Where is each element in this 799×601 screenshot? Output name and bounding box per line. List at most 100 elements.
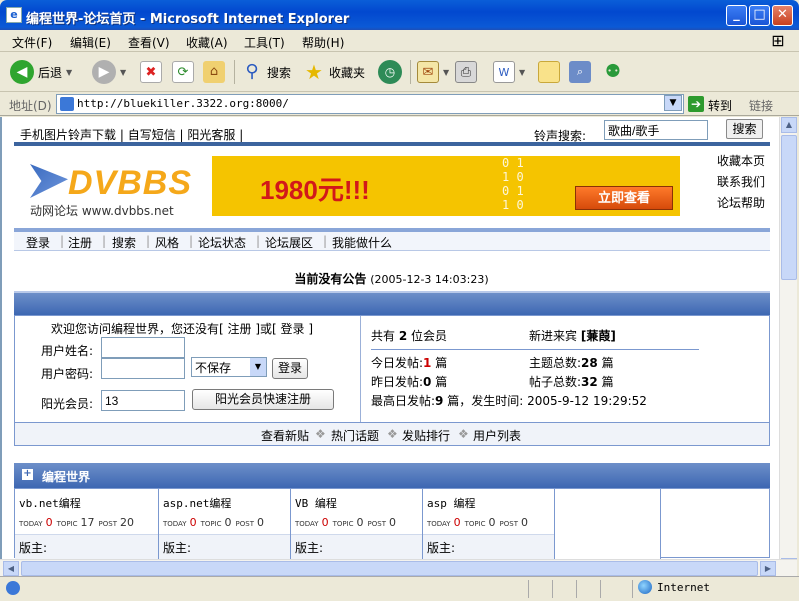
menu-view[interactable]: 查看(V): [128, 34, 170, 51]
nav-permissions[interactable]: 我能做什么: [332, 234, 392, 251]
status-bar: Internet: [0, 576, 799, 601]
member-count: 共有 2 位会员: [371, 329, 448, 343]
password-input[interactable]: [101, 358, 185, 379]
scroll-left-icon[interactable]: ◀: [3, 561, 19, 576]
scroll-thumb[interactable]: [781, 135, 797, 280]
yesterday-posts: 昨日发帖:0 篇: [371, 375, 448, 389]
address-input[interactable]: http://bluekiller.3322.org:8000/: [56, 94, 684, 114]
welcome-register-link[interactable]: [ 注册 ]: [219, 322, 260, 336]
forum-header: DVBBS 动网论坛 www.dvbbs.net 0 1 1 0 0 1 1 0…: [14, 142, 770, 224]
username-label: 用户姓名:: [41, 344, 94, 358]
discuss-button[interactable]: [538, 58, 560, 86]
banner-view-button[interactable]: 立即查看: [575, 186, 673, 210]
scroll-up-icon[interactable]: ▲: [781, 117, 797, 133]
link-new-posts[interactable]: 查看新贴: [261, 427, 309, 444]
link-user-list[interactable]: 用户列表: [473, 427, 521, 444]
ie-page-icon: e: [6, 7, 22, 23]
dvbbs-logo[interactable]: DVBBS 动网论坛 www.dvbbs.net: [28, 158, 208, 218]
menu-favorites[interactable]: 收藏(A): [186, 34, 228, 51]
menu-tools[interactable]: 工具(T): [244, 34, 285, 51]
back-button[interactable]: ◀ 后退 ▼: [10, 58, 72, 86]
forward-button[interactable]: ▶ ▼: [92, 58, 126, 86]
nav-style[interactable]: 风格: [155, 234, 179, 251]
quick-links-bar: 查看新贴 ❖ 热门话题 ❖ 发贴排行 ❖ 用户列表: [14, 423, 770, 446]
nav-login[interactable]: 登录: [26, 234, 50, 251]
menu-edit[interactable]: 编辑(E): [70, 34, 111, 51]
maximize-button[interactable]: □: [749, 5, 770, 26]
toplink-ringtone[interactable]: 手机图片铃声下载: [20, 128, 116, 142]
quick-register-button[interactable]: 阳光会员快速注册: [192, 389, 334, 410]
history-button[interactable]: ◷: [378, 58, 402, 86]
address-dropdown[interactable]: ▼: [664, 95, 682, 111]
links-button[interactable]: 链接: [749, 97, 773, 114]
link-post-ranking[interactable]: 发贴排行: [402, 427, 450, 444]
welcome-prefix: 欢迎您访问编程世界，您还没有: [51, 322, 220, 336]
newest-member-link[interactable]: [蒹葭]: [581, 329, 616, 343]
member-label: 阳光会员:: [41, 397, 94, 411]
printer-icon: ⎙: [455, 61, 477, 83]
ad-banner[interactable]: 0 1 1 0 0 1 1 0 1980元!!! 立即查看: [212, 156, 680, 216]
home-button[interactable]: ⌂: [203, 58, 225, 86]
chevron-down-icon: ▼: [443, 67, 450, 77]
banner-price: 1980元!!!: [260, 175, 370, 205]
globe-icon: [638, 580, 652, 594]
mail-button[interactable]: ✉ ▼: [417, 58, 449, 86]
toplink-service[interactable]: 阳光客服: [187, 128, 235, 142]
favorites-label: 收藏夹: [329, 65, 366, 80]
nav-status[interactable]: 论坛状态: [198, 234, 246, 251]
forum-list: vb.net编程 TODAY 0 TOPIC 17 POST 20 版主: asp.net…: [14, 488, 770, 559]
stop-button[interactable]: ✖: [140, 58, 162, 86]
menu-help[interactable]: 帮助(H): [302, 34, 344, 51]
research-button[interactable]: ⌕: [569, 58, 591, 86]
go-arrow-icon[interactable]: ➔: [688, 96, 704, 112]
expand-icon[interactable]: +: [22, 469, 33, 480]
nav-search[interactable]: 搜索: [112, 234, 136, 251]
star-icon: ★: [305, 60, 323, 84]
forum-name[interactable]: asp.net编程: [163, 495, 231, 511]
save-login-select[interactable]: 不保存 ▼: [191, 357, 267, 377]
user-panel-header: [14, 291, 770, 315]
go-button[interactable]: 转到: [708, 97, 732, 114]
forward-arrow-icon: ▶: [92, 60, 116, 84]
link-hot-topics[interactable]: 热门话题: [331, 427, 379, 444]
vertical-scrollbar[interactable]: ▲ ▼: [779, 117, 797, 576]
horizontal-scrollbar[interactable]: ◀ ▶: [0, 559, 797, 576]
refresh-icon: ⟳: [172, 61, 194, 83]
username-input[interactable]: [101, 337, 185, 358]
page-content: 手机图片铃声下载 | 自写短信 | 阳光客服 | 铃声搜索: 搜索 DVBBS …: [0, 117, 779, 576]
menu-file[interactable]: 文件(F): [12, 34, 52, 51]
search-button[interactable]: ⚲ 搜索: [241, 58, 291, 86]
messenger-button[interactable]: ⚉: [602, 58, 624, 86]
minimize-button[interactable]: _: [726, 5, 747, 26]
nav-showcase[interactable]: 论坛展区: [265, 234, 313, 251]
ringtone-search-input[interactable]: [604, 120, 708, 140]
print-button[interactable]: ⎙: [455, 58, 477, 86]
forum-moderator: 版主:: [423, 534, 554, 559]
title-bar: e 编程世界-论坛首页 - Microsoft Internet Explore…: [0, 0, 799, 30]
forum-name[interactable]: asp 编程: [427, 495, 476, 511]
login-button[interactable]: 登录: [272, 358, 308, 379]
forum-name[interactable]: VB 编程: [295, 495, 337, 511]
refresh-button[interactable]: ⟳: [172, 58, 194, 86]
help-link[interactable]: 论坛帮助: [717, 194, 765, 211]
favorites-button[interactable]: ★ 收藏夹: [303, 58, 365, 86]
announcement-title[interactable]: 当前没有公告: [294, 272, 366, 286]
category-title[interactable]: 编程世界: [42, 468, 90, 485]
post-total: 帖子总数:32 篇: [529, 375, 614, 389]
save-login-value: 不保存: [195, 361, 232, 375]
ringtone-search-button[interactable]: 搜索: [726, 119, 763, 139]
member-input[interactable]: [101, 390, 185, 411]
edit-button[interactable]: W ▼: [493, 58, 525, 86]
toplink-sms[interactable]: 自写短信: [128, 128, 176, 142]
close-button[interactable]: ✕: [772, 5, 793, 26]
toolbar: ◀ 后退 ▼ ▶ ▼ ✖ ⟳ ⌂ ⚲ 搜索 ★ 收藏夹 ◷ ✉ ▼ ⎙ W ▼ …: [0, 52, 799, 92]
welcome-login-link[interactable]: [ 登录 ]: [272, 322, 313, 336]
contact-link[interactable]: 联系我们: [717, 173, 765, 190]
chevron-down-icon: ▼: [250, 358, 266, 376]
scroll-right-icon[interactable]: ▶: [760, 561, 776, 576]
bookmark-link[interactable]: 收藏本页: [717, 152, 765, 169]
hscroll-thumb[interactable]: [21, 561, 758, 576]
forum-cell: asp 编程 TODAY 0 TOPIC 0 POST 0 版主:: [423, 489, 555, 559]
nav-register[interactable]: 注册: [68, 234, 92, 251]
forum-name[interactable]: vb.net编程: [19, 495, 81, 511]
